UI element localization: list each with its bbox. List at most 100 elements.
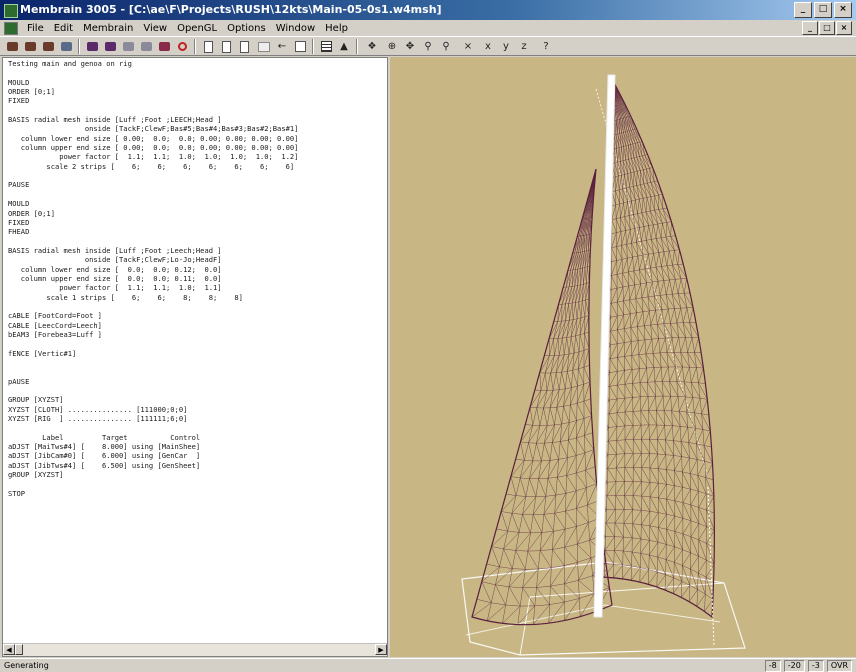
script-text[interactable]: Testing main and genoa on rig MOULD ORDER… (8, 59, 298, 498)
menu-opengl[interactable]: OpenGL (172, 23, 222, 34)
title-bar: Membrain 3005 - [C:\ae\F\Projects\RUSH\1… (0, 0, 856, 20)
code-line: column lower end size [ 0.00; 0.0; 0.0; … (8, 133, 299, 143)
help-icon[interactable]: ? (538, 39, 554, 54)
window-controls: _ □ × (794, 2, 852, 18)
mainsheet (707, 486, 715, 648)
deck-line (519, 582, 725, 656)
code-line: cABLE [FootCord=Foot ] (8, 311, 102, 321)
sail-tool-1-icon[interactable] (4, 39, 20, 54)
app-icon[interactable] (4, 4, 18, 18)
toolbar-separator (312, 39, 314, 54)
code-line: BASIS radial mesh inside [Luff ;Foot ;LE… (8, 115, 222, 125)
page-2-icon[interactable] (218, 39, 234, 54)
code-line: MOULD (8, 77, 30, 87)
stop-icon[interactable] (174, 39, 190, 54)
code-line: scale 1 strips [ 6; 6; 8; 8; 8] (8, 292, 243, 302)
code-line: FIXED (8, 96, 30, 106)
rotate-icon[interactable]: ⊕ (384, 39, 400, 54)
menu-bar: File Edit Membrain View OpenGL Options W… (0, 20, 856, 36)
hull-waterline (465, 604, 721, 636)
close-button[interactable]: × (834, 2, 852, 18)
arrow-left-icon[interactable]: ← (274, 39, 290, 54)
zoom-icon[interactable]: ⚲ (438, 39, 454, 54)
close-view-icon[interactable]: × (460, 39, 476, 54)
move-icon[interactable]: ✥ (402, 39, 418, 54)
code-line: GROUP [XYZST] (8, 395, 64, 405)
code-line: BASIS radial mesh inside [Luff ;Foot ;Le… (8, 245, 222, 255)
script-editor[interactable]: Testing main and genoa on rig MOULD ORDER… (2, 57, 388, 657)
mesh-view-icon[interactable]: ❖ (364, 39, 380, 54)
document-icon[interactable] (4, 21, 18, 35)
mesh-tool-3-icon[interactable] (120, 39, 136, 54)
menu-options[interactable]: Options (222, 23, 271, 34)
mast (593, 74, 616, 618)
code-line: ORDER [0;1] (8, 208, 55, 218)
toolbar-separator (78, 39, 80, 54)
code-line: ORDER [0;1] (8, 87, 55, 97)
code-line: aDJST [JibCam#0] [ 6.000] using [GenCar … (8, 451, 201, 461)
code-line: fENCE [Vertic#1] (8, 348, 77, 358)
window-title: Membrain 3005 - [C:\ae\F\Projects\RUSH\1… (20, 3, 442, 16)
view-x-button[interactable]: x (480, 39, 496, 54)
horizontal-scrollbar[interactable]: ◀ ▶ (3, 643, 387, 656)
code-line: power factor [ 1.1; 1.1; 1.0; 1.0; 1.0; … (8, 152, 299, 162)
menu-view[interactable]: View (138, 23, 172, 34)
menu-edit[interactable]: Edit (49, 23, 78, 34)
zoom-window-icon[interactable]: ⚲ (420, 39, 436, 54)
sail-tool-3-icon[interactable] (40, 39, 56, 54)
code-line: bEAM3 [Forebea3=Luff ] (8, 329, 102, 339)
mesh-tool-5-icon[interactable] (156, 39, 172, 54)
view-y-button[interactable]: y (498, 39, 514, 54)
opengl-viewport[interactable] (390, 57, 856, 657)
status-cell-1: -8 (764, 660, 781, 672)
code-line: gROUP [XYZST] (8, 470, 64, 480)
save-icon[interactable] (58, 39, 74, 54)
page-1-icon[interactable] (200, 39, 216, 54)
doc-minimize-button[interactable]: _ (802, 21, 818, 35)
page-3-icon[interactable] (236, 39, 252, 54)
code-line: aDJST [MaiTws#4] [ 8.000] using [MainShe… (8, 442, 201, 452)
view-z-button[interactable]: z (516, 39, 532, 54)
grid-icon[interactable] (256, 39, 272, 54)
scroll-left-icon[interactable]: ◀ (3, 644, 15, 655)
mesh-tool-4-icon[interactable] (138, 39, 154, 54)
doc-restore-button[interactable]: □ (819, 21, 835, 35)
toolbar: ← ▲ ❖ ⊕ ✥ ⚲ ⚲ × x y z ? (0, 36, 856, 56)
sail-mesh-view[interactable] (390, 57, 856, 657)
menu-window[interactable]: Window (271, 23, 320, 34)
code-line: Testing main and genoa on rig (8, 59, 132, 68)
code-line: scale 2 strips [ 6; 6; 6; 6; 6; 6; 6] (8, 161, 295, 171)
code-line: column upper end size [ 0.00; 0.0; 0.0; … (8, 143, 299, 153)
code-line: MOULD (8, 199, 30, 209)
doc-close-button[interactable]: × (836, 21, 852, 35)
mesh-tool-1-icon[interactable] (84, 39, 100, 54)
code-line: CABLE [LeecCord=Leech] (8, 320, 102, 330)
code-line: power factor [ 1.1; 1.1; 1.0; 1.1] (8, 283, 222, 293)
up-arrow-icon[interactable]: ▲ (336, 39, 352, 54)
menu-help[interactable]: Help (320, 23, 353, 34)
table-icon[interactable] (318, 39, 334, 54)
code-line: column upper end size [ 0.0; 0.0; 0.11; … (8, 273, 222, 283)
mesh-tool-2-icon[interactable] (102, 39, 118, 54)
minimize-button[interactable]: _ (794, 2, 812, 18)
scroll-thumb[interactable] (15, 644, 23, 655)
scroll-right-icon[interactable]: ▶ (375, 644, 387, 655)
code-line: aDJST [JibTws#4] [ 6.500] using [GenShee… (8, 460, 201, 470)
menu-file[interactable]: File (22, 23, 49, 34)
code-line: pAUSE (8, 376, 30, 386)
maximize-button[interactable]: □ (814, 2, 832, 18)
window-icon[interactable] (292, 39, 308, 54)
sail-tool-2-icon[interactable] (22, 39, 38, 54)
code-line: FHEAD (8, 227, 30, 237)
code-line: column lower end size [ 0.0; 0.0; 0.12; … (8, 264, 222, 274)
menu-membrain[interactable]: Membrain (78, 23, 138, 34)
